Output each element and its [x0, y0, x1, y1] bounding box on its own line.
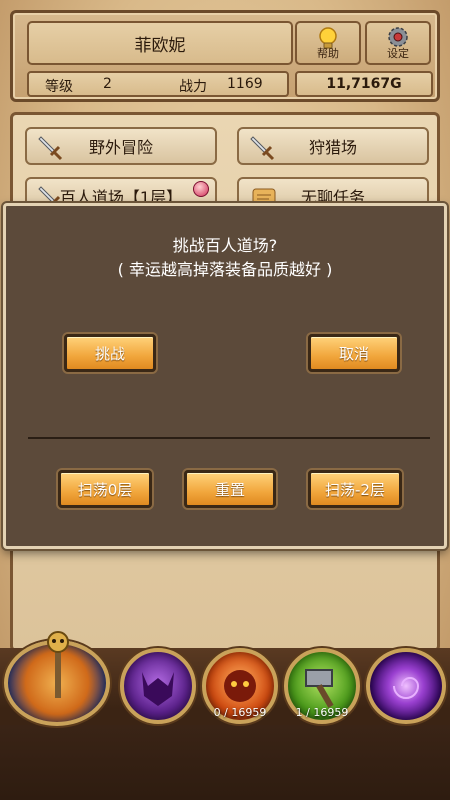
sword-icon	[250, 136, 275, 161]
level-value: 2	[103, 76, 112, 92]
power-label: 战力	[179, 79, 207, 95]
sword-icon	[38, 136, 63, 161]
dialog-title: 挑战百人道场? ( 幸运越高掉落装备品质越好 )	[6, 234, 444, 282]
demon-orb-icon[interactable]	[120, 648, 196, 724]
menu-item-label: 野外冒险	[88, 138, 153, 157]
power-value: 1169	[227, 76, 263, 92]
skull-staff-icon	[47, 631, 69, 698]
menu-item-hunting-ground[interactable]: 狩猎场	[237, 127, 429, 165]
reset-button[interactable]: 重置	[184, 470, 276, 508]
player-header: 菲欧妮 帮助 设定 等级 2 战力 1169 11,7167G	[10, 10, 440, 102]
challenge-button[interactable]: 挑战	[64, 334, 156, 372]
notification-badge	[193, 181, 209, 197]
settings-button[interactable]: 设定	[365, 21, 431, 65]
dialog-title-line1: 挑战百人道场?	[172, 236, 278, 255]
challenge-dialog: 挑战百人道场? ( 幸运越高掉落装备品质越好 ) 挑战 取消 扫荡0层 重置 扫…	[3, 203, 447, 549]
dialog-divider	[28, 437, 430, 439]
menu-item-field-adventure[interactable]: 野外冒险	[25, 127, 217, 165]
stats-row: 等级 2 战力 1169	[27, 71, 289, 97]
fire-demon-count: 0 / 16959	[213, 706, 267, 719]
gold-amount: 11,7167G	[295, 71, 433, 97]
demon-icon	[142, 672, 174, 706]
help-button[interactable]: 帮助	[295, 21, 361, 65]
sweep-neg2-button[interactable]: 扫荡-2层	[308, 470, 402, 508]
dialog-title-line2: ( 幸运越高掉落装备品质越好 )	[117, 260, 333, 279]
cancel-button[interactable]: 取消	[308, 334, 400, 372]
player-name: 菲欧妮	[27, 21, 293, 65]
portal-orb-icon[interactable]	[366, 648, 446, 724]
gear-icon	[388, 27, 408, 47]
level-label: 等级	[45, 79, 73, 95]
sweep-0-button[interactable]: 扫荡0层	[58, 470, 152, 508]
menu-item-label: 狩猎场	[308, 138, 357, 157]
lightbulb-icon	[319, 27, 337, 49]
hammer-count: 1 / 16959	[295, 706, 349, 719]
hero-orb-icon[interactable]	[4, 631, 110, 726]
portal-swirl-icon	[393, 677, 420, 699]
bottom-footer	[0, 725, 450, 800]
